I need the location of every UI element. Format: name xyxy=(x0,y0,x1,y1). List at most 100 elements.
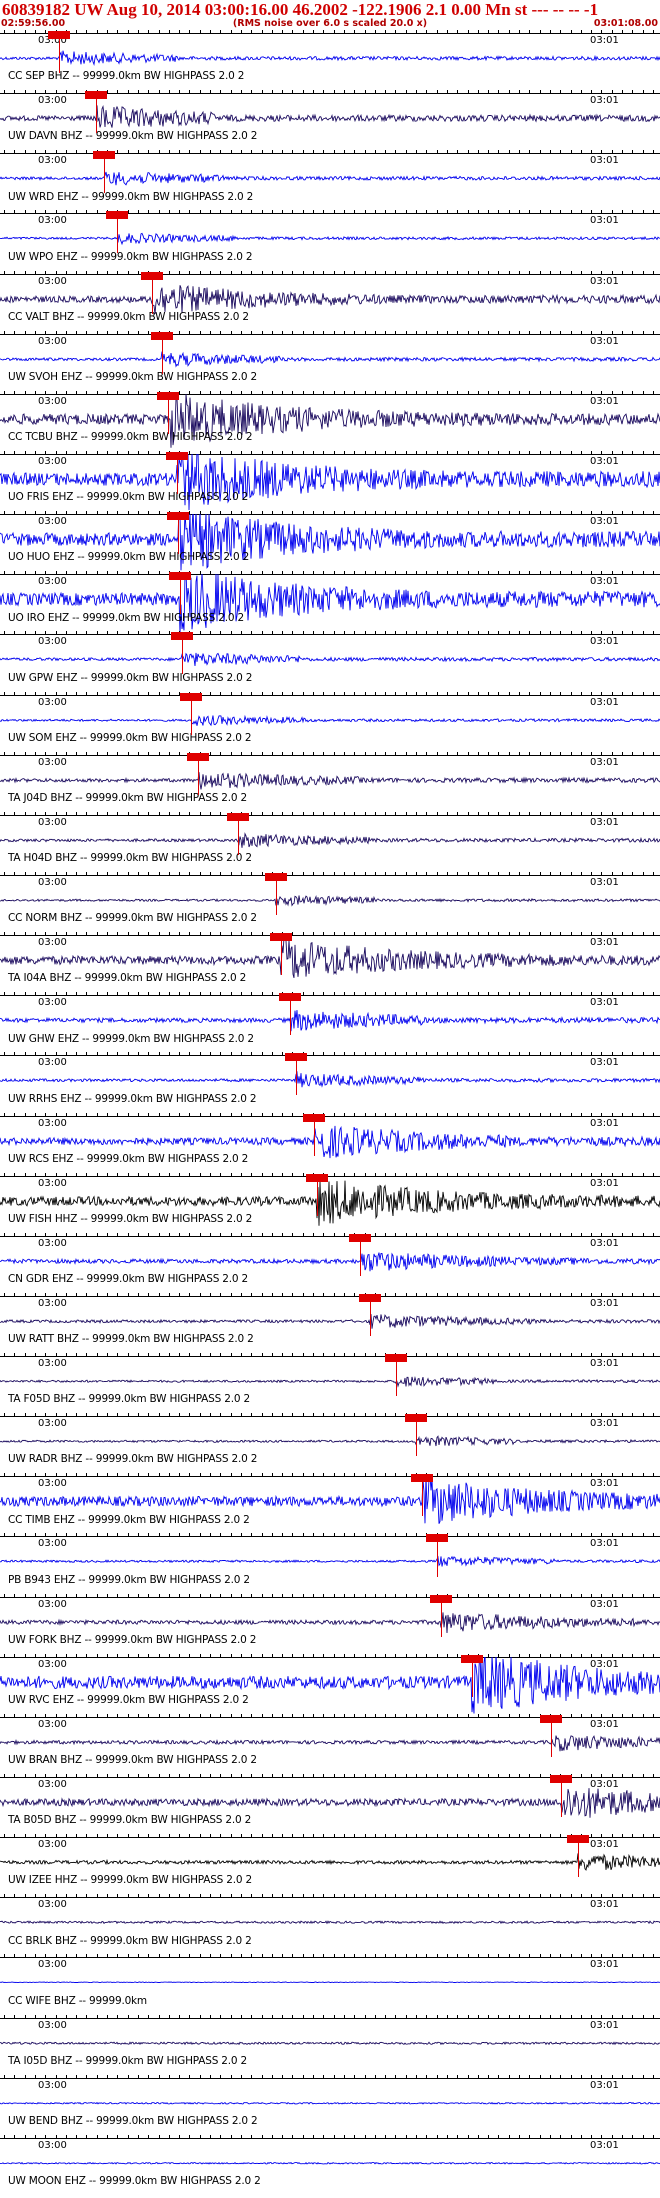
waveform-trace xyxy=(0,105,660,128)
station-row: 03:00 03:01 UW RRHS EHZ -- 99999.0km BW HI… xyxy=(0,1052,660,1115)
station-label: UO FRIS EHZ -- 99999.0km BW HIGHPASS 2.0… xyxy=(8,491,249,504)
station-row: 03:00 03:01 TA B05D BHZ -- 99999.0km BW HI… xyxy=(0,1774,660,1837)
waveform-trace xyxy=(0,284,660,314)
station-label: PB B943 EHZ -- 99999.0km BW HIGHPASS 2.0… xyxy=(8,1573,250,1586)
waveform-path xyxy=(0,2101,660,2105)
waveform-path xyxy=(0,1611,660,1633)
pick-line xyxy=(59,37,61,74)
station-label: UW SOM EHZ -- 99999.0km BW HIGHPASS 2.0 … xyxy=(8,731,252,744)
waveform-trace xyxy=(0,1920,660,1925)
waveform-path xyxy=(0,1010,660,1032)
station-label: UW WRD EHZ -- 99999.0km BW HIGHPASS 2.0 … xyxy=(8,190,254,203)
station-label: UO HUO EHZ -- 99999.0km BW HIGHPASS 2.0 … xyxy=(8,551,250,564)
pick-line xyxy=(440,1600,442,1637)
waveform-trace xyxy=(0,574,660,634)
pick-line xyxy=(168,397,170,434)
station-row: 03:00 03:01 TA I04A BHZ -- 99999.0km BW HI… xyxy=(0,932,660,995)
station-row: 03:00 03:01 CN GDR EHZ -- 99999.0km BW HIG… xyxy=(0,1232,660,1296)
station-row: 03:00 03:01 UW SVOH EHZ -- 99999.0km BW HI… xyxy=(0,330,660,394)
pick-line xyxy=(396,1360,397,1397)
station-label: UW FORK BHZ -- 99999.0km BW HIGHPASS 2.0… xyxy=(8,1633,257,1646)
event-title: 60839182 UW Aug 10, 2014 03:00:16.00 46.… xyxy=(2,0,599,19)
waveform-trace xyxy=(0,351,660,368)
station-row: 03:00 03:01 UW RCS EHZ -- 99999.0km BW HIG… xyxy=(0,1112,660,1176)
waveform-trace xyxy=(0,831,660,848)
station-label: TA H04D BHZ -- 99999.0km BW HIGHPASS 2.0… xyxy=(8,852,252,865)
waveform-path xyxy=(0,831,660,848)
station-row: 03:00 03:01 PB B943 EHZ -- 99999.0km BW HI… xyxy=(0,1533,660,1596)
waveform-path xyxy=(0,894,660,907)
pick-line xyxy=(295,1059,297,1096)
pick-line xyxy=(179,578,181,615)
waveform-trace xyxy=(0,1981,660,1984)
rms-note: (RMS noise over 6.0 s scaled 20.0 x) xyxy=(232,18,428,29)
waveform-path xyxy=(0,2161,660,2165)
station-row: 03:00 03:01 TA H04D BHZ -- 99999.0km BW HI… xyxy=(0,811,660,875)
end-time: 03:01:08.00 xyxy=(593,18,658,29)
pick-line xyxy=(551,1720,553,1757)
station-row: 03:00 03:01 UW GHW EHZ -- 99999.0km BW HIG… xyxy=(0,992,660,1055)
pick-line xyxy=(275,878,277,916)
waveform-path xyxy=(0,1734,660,1752)
waveform-trace xyxy=(0,1656,660,1714)
station-label: CC VALT BHZ -- 99999.0km BW HIGHPASS 2.0… xyxy=(8,310,249,323)
station-row: 03:00 03:01 CC SEP BHZ -- 99999.0km BW HIG… xyxy=(0,30,660,93)
station-row: 03:00 03:01 CC WIFE BHZ -- 99999.0km xyxy=(0,1954,660,2017)
pick-line xyxy=(280,939,282,976)
waveform-path xyxy=(0,105,660,128)
station-label: CC NORM BHZ -- 99999.0km BW HIGHPASS 2.0… xyxy=(8,912,257,925)
waveform-trace xyxy=(0,936,660,979)
waveform-path xyxy=(0,172,660,186)
pick-line xyxy=(176,457,178,495)
waveform-trace xyxy=(0,1125,660,1158)
waveform-trace xyxy=(0,393,660,448)
waveform-trace xyxy=(0,1853,660,1872)
station-label: UW RATT BHZ -- 99999.0km BW HIGHPASS 2.0… xyxy=(8,1333,254,1346)
station-label: CC TCBU BHZ -- 99999.0km BW HIGHPASS 2.0… xyxy=(8,431,253,444)
station-label: CN GDR EHZ -- 99999.0km BW HIGHPASS 2.0 … xyxy=(8,1273,249,1286)
station-row: 03:00 03:01 UW DAVN BHZ -- 99999.0km BW HI… xyxy=(0,90,660,153)
waveform-path xyxy=(0,1071,660,1089)
station-label: UW DAVN BHZ -- 99999.0km BW HIGHPASS 2.0… xyxy=(8,130,258,143)
waveform-trace xyxy=(0,2101,660,2105)
waveform-path xyxy=(0,1853,660,1872)
waveform-trace xyxy=(0,2161,660,2165)
station-row: 03:00 03:01 UW FORK BHZ -- 99999.0km BW HI… xyxy=(0,1593,660,1657)
waveform-path xyxy=(0,1981,660,1984)
station-row: 03:00 03:01 CC TCBU BHZ -- 99999.0km BW HI… xyxy=(0,390,660,454)
pick-line xyxy=(161,337,163,374)
station-label: TA F05D BHZ -- 99999.0km BW HIGHPASS 2.0… xyxy=(8,1393,250,1406)
plot-header: 60839182 UW Aug 10, 2014 03:00:16.00 46.… xyxy=(0,0,660,33)
pick-line xyxy=(95,97,97,134)
station-row: 03:00 03:01 UW BEND BHZ -- 99999.0km BW HI… xyxy=(0,2074,660,2138)
station-row: 03:00 03:01 TA J04D BHZ -- 99999.0km BW HI… xyxy=(0,751,660,815)
pick-line xyxy=(415,1420,417,1457)
pick-line xyxy=(198,758,199,795)
pick-line xyxy=(422,1480,424,1517)
station-label: UW GHW EHZ -- 99999.0km BW HIGHPASS 2.0 … xyxy=(8,1032,254,1045)
pick-line xyxy=(436,1540,438,1577)
waveform-path xyxy=(0,1920,660,1925)
pick-line xyxy=(316,1179,318,1216)
station-label: UW MOON EHZ -- 99999.0km BW HIGHPASS 2.0… xyxy=(8,2175,261,2188)
waveform-trace xyxy=(0,1010,660,1032)
station-label: UW IZEE HHZ -- 99999.0km BW HIGHPASS 2.0… xyxy=(8,1874,253,1887)
waveform-path xyxy=(0,351,660,368)
waveform-path xyxy=(0,653,660,667)
station-row: 03:00 03:01 UW GPW EHZ -- 99999.0km BW HIG… xyxy=(0,631,660,694)
station-row: 03:00 03:01 UW BRAN BHZ -- 99999.0km BW HI… xyxy=(0,1713,660,1777)
station-row: 03:00 03:01 UO HUO EHZ -- 99999.0km BW HIG… xyxy=(0,511,660,574)
station-row: 03:00 03:01 TA F05D BHZ -- 99999.0km BW HI… xyxy=(0,1353,660,1416)
station-label: UW WPO EHZ -- 99999.0km BW HIGHPASS 2.0 … xyxy=(8,250,253,263)
station-label: TA B05D BHZ -- 99999.0km BW HIGHPASS 2.0… xyxy=(8,1814,252,1827)
waveform-path xyxy=(0,1376,660,1388)
waveform-trace xyxy=(0,1476,660,1525)
station-label: UW GPW EHZ -- 99999.0km BW HIGHPASS 2.0 … xyxy=(8,671,253,684)
station-label: UW SVOH EHZ -- 99999.0km BW HIGHPASS 2.0… xyxy=(8,370,258,383)
station-label: UW BRAN BHZ -- 99999.0km BW HIGHPASS 2.0… xyxy=(8,1754,257,1767)
waveform-trace xyxy=(0,1313,660,1329)
waveform-trace xyxy=(0,1071,660,1089)
pick-line xyxy=(104,157,106,194)
pick-line xyxy=(151,277,153,314)
waveform-trace xyxy=(0,172,660,186)
